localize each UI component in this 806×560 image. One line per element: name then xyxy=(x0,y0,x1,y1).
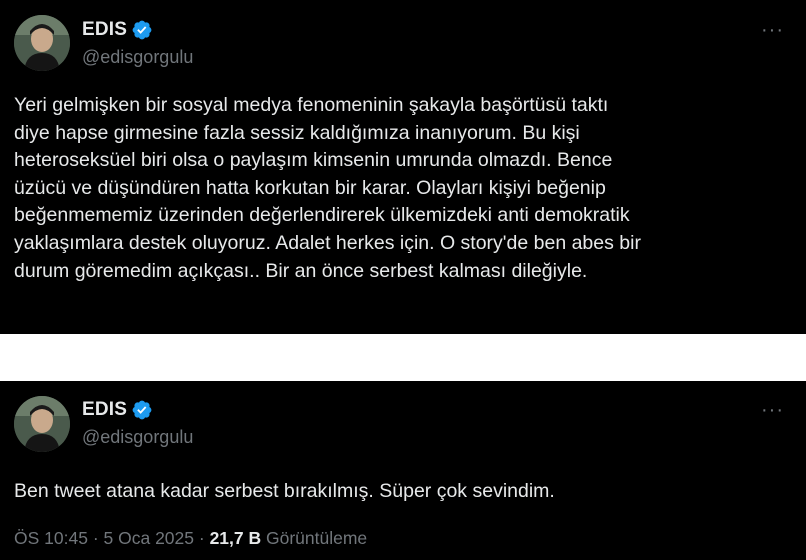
author-handle[interactable]: @edisgorgulu xyxy=(82,427,193,448)
more-horizontal-icon[interactable]: ··· xyxy=(761,20,784,40)
avatar[interactable] xyxy=(14,396,70,452)
tweet-text-line: Yeri gelmişken bir sosyal medya fenomeni… xyxy=(14,94,609,116)
tweet-time[interactable]: ÖS 10:45 xyxy=(14,528,88,548)
tweet-text-line: durum göremedim açıkçası.. Bir an önce s… xyxy=(14,259,588,282)
tweet-text-line: üzücü ve düşündüren hatta korkutan bir k… xyxy=(14,176,606,199)
tweet-text: Ben tweet atana kadar serbest bırakılmış… xyxy=(14,478,794,506)
display-name[interactable]: EDIS xyxy=(82,19,127,41)
tweet-meta: ÖS 10:45 · 5 Oca 2025 · 21,7 B Görüntüle… xyxy=(14,528,367,549)
views-count[interactable]: 21,7 B xyxy=(210,528,262,548)
author-handle[interactable]: @edisgorgulu xyxy=(82,47,193,68)
more-horizontal-icon[interactable]: ··· xyxy=(761,400,784,420)
tweet-text-line: diye hapse girmesine fazla sessiz kaldığ… xyxy=(14,121,580,144)
tweet-text: Yeri gelmişken bir sosyal medya fenomeni… xyxy=(14,92,794,285)
tweet-text-line: yaklaşımlara destek oluyoruz. Adalet her… xyxy=(14,231,641,254)
author-name-row: EDIS xyxy=(82,18,153,42)
avatar-image xyxy=(14,15,70,71)
tweet-text-line: heteroseksüel biri olsa o paylaşım kimse… xyxy=(14,149,613,172)
tweet-text-line: Ben tweet atana kadar serbest bırakılmış… xyxy=(14,480,555,502)
tweet-text-line: beğenmememiz üzerinden değerlendirerek ü… xyxy=(14,204,630,227)
meta-separator: · xyxy=(194,528,210,548)
meta-separator: · xyxy=(87,528,104,548)
tweet-card-1[interactable]: EDIS @edisgorgulu ··· Yeri gelmişken bir… xyxy=(0,0,806,334)
tweet-date[interactable]: 5 Oca 2025 xyxy=(104,528,194,548)
views-label: Görüntüleme xyxy=(261,528,368,548)
avatar[interactable] xyxy=(14,15,70,71)
verified-badge-icon[interactable] xyxy=(131,399,153,421)
verified-badge-icon[interactable] xyxy=(131,19,153,41)
tweet-card-2[interactable]: EDIS @edisgorgulu ··· Ben tweet atana ka… xyxy=(0,381,806,560)
display-name[interactable]: EDIS xyxy=(82,399,127,421)
author-name-row: EDIS xyxy=(82,398,153,422)
avatar-image xyxy=(14,396,70,452)
